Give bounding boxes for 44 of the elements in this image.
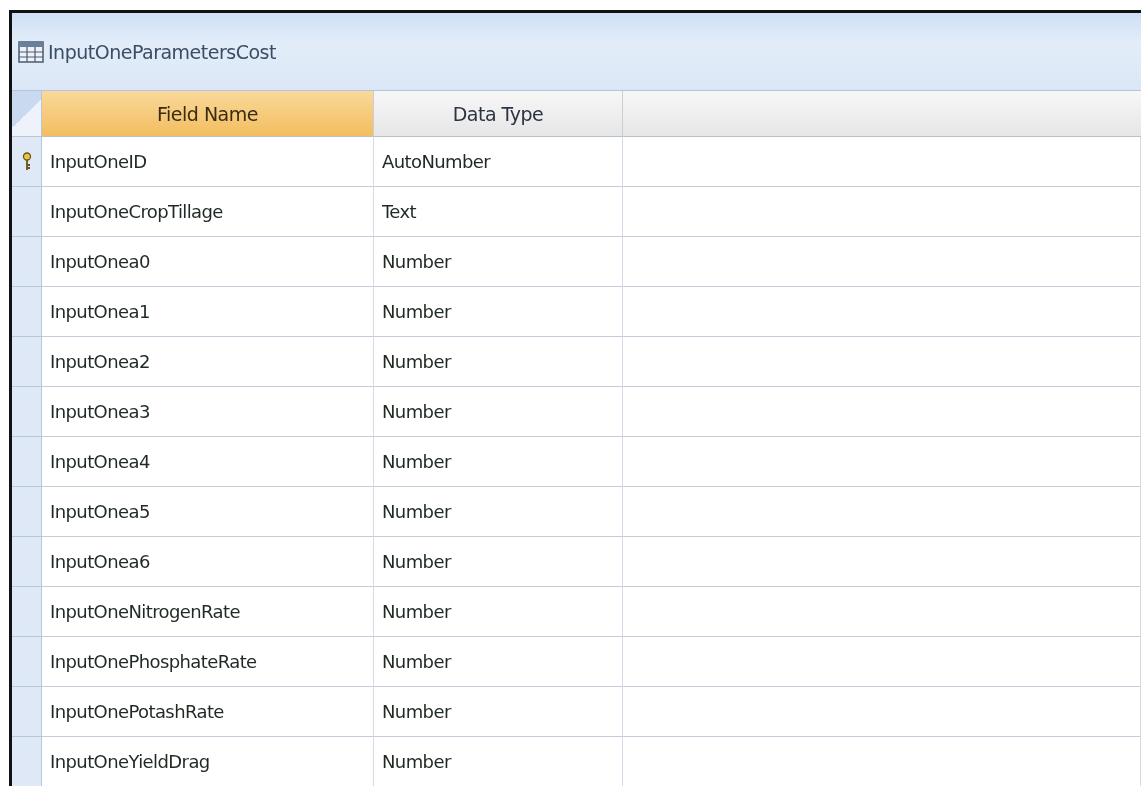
data-type-cell[interactable]: Number (374, 637, 623, 687)
field-name-cell[interactable]: InputOneID (42, 137, 374, 187)
row-selector[interactable] (12, 137, 42, 187)
data-type-cell[interactable]: Number (374, 687, 623, 737)
empty-table-cell[interactable] (623, 587, 1141, 637)
document-tab[interactable]: InputOneParametersCost (12, 13, 1141, 91)
field-name-cell[interactable]: InputOnea5 (42, 487, 374, 537)
data-type-cell[interactable]: AutoNumber (374, 137, 623, 187)
empty-table-cell[interactable] (623, 437, 1141, 487)
data-type-cell[interactable]: Number (374, 337, 623, 387)
empty-table-cell[interactable] (623, 637, 1141, 687)
empty-table-cell[interactable] (623, 287, 1141, 337)
data-type-cell[interactable]: Number (374, 487, 623, 537)
key-icon (21, 151, 32, 172)
field-name-cell[interactable]: InputOnea1 (42, 287, 374, 337)
field-name-cell[interactable]: InputOneYieldDrag (42, 737, 374, 786)
field-name-cell[interactable]: InputOnea4 (42, 437, 374, 487)
empty-table-cell[interactable] (623, 487, 1141, 537)
empty-table-cell[interactable] (623, 137, 1141, 187)
field-name-cell[interactable]: InputOnea2 (42, 337, 374, 387)
column-header[interactable]: Field Name (42, 91, 374, 137)
empty-table-cell[interactable] (623, 337, 1141, 387)
data-type-cell[interactable]: Number (374, 537, 623, 587)
field-name-cell[interactable]: InputOnea6 (42, 537, 374, 587)
field-name-cell[interactable]: InputOnePhosphateRate (42, 637, 374, 687)
field-name-cell[interactable]: InputOneNitrogenRate (42, 587, 374, 637)
data-type-cell[interactable]: Number (374, 237, 623, 287)
empty-table-cell[interactable] (623, 237, 1141, 287)
data-type-cell[interactable]: Number (374, 737, 623, 786)
data-type-cell[interactable]: Number (374, 587, 623, 637)
data-type-cell[interactable]: Number (374, 437, 623, 487)
empty-table-cell[interactable] (623, 687, 1141, 737)
table-icon (18, 40, 44, 63)
empty-table-cell[interactable] (623, 537, 1141, 587)
data-type-cell[interactable]: Number (374, 287, 623, 337)
data-type-cell[interactable]: Text (374, 187, 623, 237)
empty-table-cell[interactable] (623, 187, 1141, 237)
field-name-cell[interactable]: InputOnea3 (42, 387, 374, 437)
column-header[interactable]: Data Type (374, 91, 623, 137)
field-name-cell[interactable]: InputOnea0 (42, 237, 374, 287)
field-name-cell[interactable]: InputOneCropTillage (42, 187, 374, 237)
data-type-cell[interactable]: Number (374, 387, 623, 437)
empty-table-cell[interactable] (623, 387, 1141, 437)
field-name-cell[interactable]: InputOnePotashRate (42, 687, 374, 737)
